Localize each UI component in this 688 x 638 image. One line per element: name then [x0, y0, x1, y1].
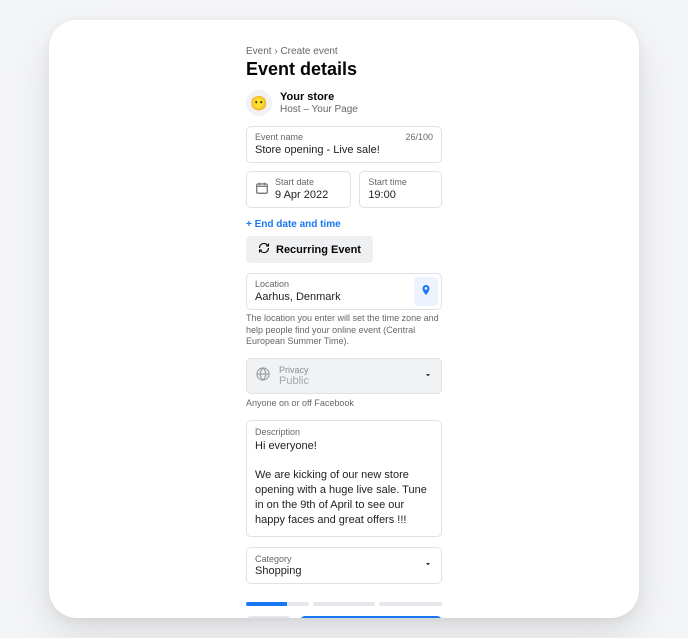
host-row: 😶 Your store Host – Your Page	[246, 90, 442, 116]
progress-fill	[246, 602, 287, 606]
privacy-label: Privacy	[279, 365, 309, 375]
add-end-date-link[interactable]: + End date and time	[246, 219, 341, 230]
progress-bar	[246, 602, 442, 606]
location-pin-button[interactable]	[414, 277, 438, 306]
host-avatar: 😶	[246, 90, 272, 116]
host-subtitle: Host – Your Page	[280, 104, 358, 115]
back-button[interactable]: Back	[246, 616, 292, 618]
map-pin-icon	[420, 283, 432, 301]
category-label: Category	[255, 554, 433, 564]
event-name-counter: 26/100	[405, 132, 433, 142]
description-value: Hi everyone! We are kicking of our new s…	[255, 439, 433, 528]
privacy-helper: Anyone on or off Facebook	[246, 398, 442, 410]
location-field[interactable]: Location Aarhus, Denmark	[246, 273, 442, 310]
privacy-value: Public	[279, 375, 309, 387]
page-title: Event details	[246, 59, 442, 80]
location-value: Aarhus, Denmark	[255, 291, 411, 303]
event-name-field[interactable]: Event name 26/100 Store opening - Live s…	[246, 126, 442, 163]
category-value: Shopping	[255, 565, 433, 577]
caret-down-icon	[423, 367, 433, 385]
description-label: Description	[255, 427, 433, 437]
location-label: Location	[255, 279, 289, 289]
caret-down-icon	[423, 556, 433, 574]
recurring-icon	[258, 242, 270, 257]
start-time-value: 19:00	[368, 189, 433, 201]
start-date-field[interactable]: Start date 9 Apr 2022	[246, 171, 351, 208]
start-date-label: Start date	[275, 177, 314, 187]
category-select[interactable]: Category Shopping	[246, 547, 442, 584]
start-time-label: Start time	[368, 177, 407, 187]
privacy-select[interactable]: Privacy Public	[246, 358, 442, 394]
globe-icon	[255, 366, 271, 387]
calendar-icon	[255, 181, 269, 200]
recurring-event-label: Recurring Event	[276, 244, 361, 256]
create-event-panel: Event › Create event Event details 😶 You…	[49, 20, 639, 618]
next-button[interactable]: Next	[300, 616, 442, 618]
breadcrumb: Event › Create event	[246, 46, 442, 57]
location-helper: The location you enter will set the time…	[246, 313, 442, 348]
description-field[interactable]: Description Hi everyone! We are kicking …	[246, 420, 442, 537]
event-name-label: Event name	[255, 132, 303, 142]
host-name: Your store	[280, 91, 358, 103]
start-time-field[interactable]: Start time 19:00	[359, 171, 442, 208]
event-name-value: Store opening - Live sale!	[255, 144, 433, 156]
start-date-value: 9 Apr 2022	[275, 189, 342, 201]
recurring-event-button[interactable]: Recurring Event	[246, 236, 373, 263]
